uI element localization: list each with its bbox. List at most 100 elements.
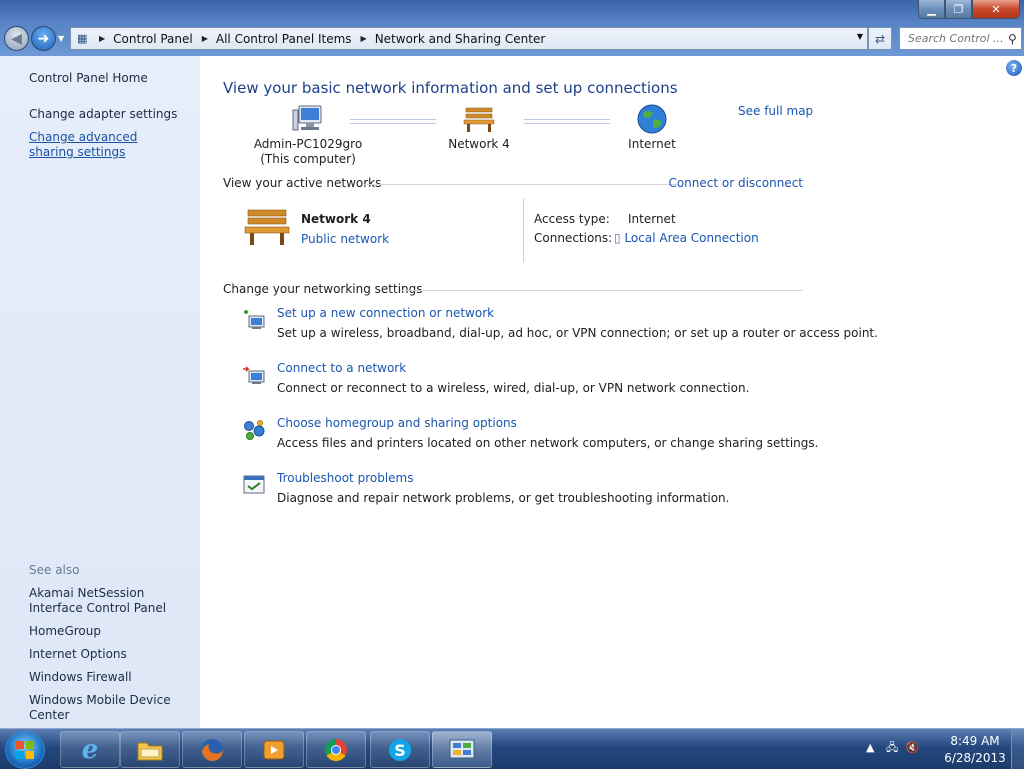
see-also-mobile-device-center-link[interactable]: Windows Mobile Device Center	[29, 693, 199, 723]
back-button[interactable]: ◀	[4, 26, 29, 51]
arrow-left-icon: ◀	[11, 30, 22, 47]
connect-network-link[interactable]: Connect to a network	[277, 361, 406, 375]
divider	[400, 290, 803, 291]
internet-explorer-icon: e	[81, 734, 99, 765]
active-networks-heading: View your active networks	[223, 176, 382, 190]
control-panel-icon: ▦	[77, 31, 88, 45]
taskbar-control-panel[interactable]	[432, 731, 492, 768]
control-panel-icon	[449, 739, 475, 758]
window-titlebar: ▁ ❐ ✕ ◀ ➜ ▼ ▦ ▶ Control Panel ▶ All Contro…	[0, 0, 1024, 56]
breadcrumb-item[interactable]: ▶ Network and Sharing Center	[361, 32, 555, 46]
ethernet-icon: ▯	[614, 231, 621, 245]
refresh-button[interactable]: ⇄	[868, 27, 892, 50]
map-node-computer[interactable]: Admin-PC1029gro (This computer)	[253, 104, 363, 167]
volume-muted-icon[interactable]: 🔇	[906, 741, 920, 754]
divider	[364, 184, 677, 185]
breadcrumb-label: Control Panel	[113, 31, 193, 46]
taskbar-internet-explorer[interactable]: e	[60, 731, 120, 768]
media-player-icon	[263, 740, 285, 759]
map-connector-line	[524, 119, 610, 124]
taskbar-firefox[interactable]	[182, 731, 242, 768]
see-full-map-link[interactable]: See full map	[738, 104, 813, 118]
homegroup-icon	[244, 420, 265, 440]
troubleshoot-desc: Diagnose and repair network problems, or…	[277, 491, 730, 505]
park-bench-icon	[244, 209, 290, 245]
breadcrumb-label: All Control Panel Items	[215, 31, 352, 46]
show-desktop-button[interactable]	[1011, 729, 1024, 769]
connections-label: Connections:	[534, 231, 613, 245]
local-area-connection-link[interactable]: ▯ Local Area Connection	[614, 231, 759, 245]
connect-network-desc: Connect or reconnect to a wireless, wire…	[277, 381, 750, 395]
change-adapter-settings-link[interactable]: Change adapter settings	[29, 107, 199, 122]
map-connector-line	[350, 119, 436, 124]
computer-icon	[292, 105, 322, 131]
connections-row: Connections: ▯ Local Area Connection	[534, 231, 759, 245]
park-bench-icon	[463, 107, 495, 132]
refresh-icon: ⇄	[874, 31, 886, 46]
breadcrumb-label: Network and Sharing Center	[374, 31, 546, 46]
search-input[interactable]	[906, 31, 1006, 46]
computer-sub-label: (This computer)	[260, 152, 356, 166]
chevron-right-icon: ▶	[360, 34, 367, 43]
help-icon[interactable]: ?	[1006, 60, 1022, 76]
taskbar-chrome[interactable]	[306, 731, 366, 768]
internet-node-label: Internet	[628, 137, 676, 151]
see-also-heading: See also	[29, 563, 80, 577]
skype-icon: S	[389, 738, 411, 761]
search-box[interactable]: ⚲	[899, 27, 1022, 50]
see-also-homegroup-link[interactable]: HomeGroup	[29, 624, 199, 639]
network-type-link[interactable]: Public network	[301, 232, 389, 246]
clock-date: 6/28/2013	[944, 751, 1006, 765]
arrow-right-icon: ➜	[37, 30, 50, 47]
window-controls: ▁ ❐ ✕	[918, 0, 1020, 19]
taskbar: e S ▲ 🖧 🔇 8:49 AM 6/28/2013	[0, 728, 1024, 769]
globe-icon	[637, 104, 667, 134]
firefox-icon	[201, 738, 223, 761]
network-node-label: Network 4	[448, 137, 510, 151]
taskbar-skype[interactable]: S	[370, 731, 430, 768]
access-type-value: Internet	[628, 212, 676, 226]
network-tray-icon[interactable]: 🖧	[886, 741, 898, 754]
address-dropdown-icon[interactable]: ▼	[857, 32, 863, 41]
local-area-connection-label: Local Area Connection	[624, 231, 759, 245]
show-hidden-icons-button[interactable]: ▲	[866, 741, 874, 754]
start-button[interactable]	[5, 731, 45, 769]
networking-settings-heading: Change your networking settings	[223, 282, 423, 296]
map-node-internet[interactable]: Internet	[612, 104, 692, 152]
taskbar-media-player[interactable]	[244, 731, 304, 768]
homegroup-sharing-link[interactable]: Choose homegroup and sharing options	[277, 416, 517, 430]
setup-connection-link[interactable]: Set up a new connection or network	[277, 306, 494, 320]
control-panel-home-link[interactable]: Control Panel Home	[29, 71, 199, 86]
windows-logo-icon	[16, 741, 34, 759]
maximize-button[interactable]: ❐	[945, 0, 972, 19]
chevron-right-icon: ▶	[99, 34, 106, 43]
change-advanced-sharing-link[interactable]: Change advanced sharing settings	[29, 130, 174, 160]
chrome-icon	[325, 738, 347, 761]
chevron-right-icon: ▶	[201, 34, 208, 43]
breadcrumb-item[interactable]: ▶ All Control Panel Items	[202, 32, 361, 46]
see-also-windows-firewall-link[interactable]: Windows Firewall	[29, 670, 199, 685]
system-tray: ▲ 🖧 🔇	[866, 739, 919, 758]
recent-pages-dropdown[interactable]: ▼	[58, 34, 64, 43]
close-button[interactable]: ✕	[972, 0, 1020, 19]
breadcrumb-item[interactable]: ▶ Control Panel	[99, 32, 202, 46]
address-bar[interactable]: ▦ ▶ Control Panel ▶ All Control Panel Item…	[70, 27, 868, 50]
connect-or-disconnect-link[interactable]: Connect or disconnect	[668, 176, 803, 190]
clock-time: 8:49 AM	[950, 734, 1000, 748]
clock[interactable]: 8:49 AM 6/28/2013	[940, 733, 1010, 767]
see-also-akamai-link[interactable]: Akamai NetSession Interface Control Pane…	[29, 586, 189, 616]
connect-network-icon	[243, 366, 265, 384]
access-type-row: Access type: Internet	[534, 212, 676, 226]
taskbar-windows-explorer[interactable]	[120, 731, 180, 768]
new-connection-icon	[244, 310, 265, 329]
forward-button[interactable]: ➜	[31, 26, 56, 51]
troubleshoot-icon	[243, 475, 265, 494]
homegroup-sharing-desc: Access files and printers located on oth…	[277, 436, 819, 450]
map-node-network[interactable]: Network 4	[434, 104, 524, 152]
vertical-divider	[523, 198, 524, 262]
troubleshoot-link[interactable]: Troubleshoot problems	[277, 471, 413, 485]
minimize-button[interactable]: ▁	[918, 0, 945, 19]
see-also-internet-options-link[interactable]: Internet Options	[29, 647, 199, 662]
search-icon[interactable]: ⚲	[1008, 32, 1017, 46]
active-network-name: Network 4	[301, 212, 371, 226]
